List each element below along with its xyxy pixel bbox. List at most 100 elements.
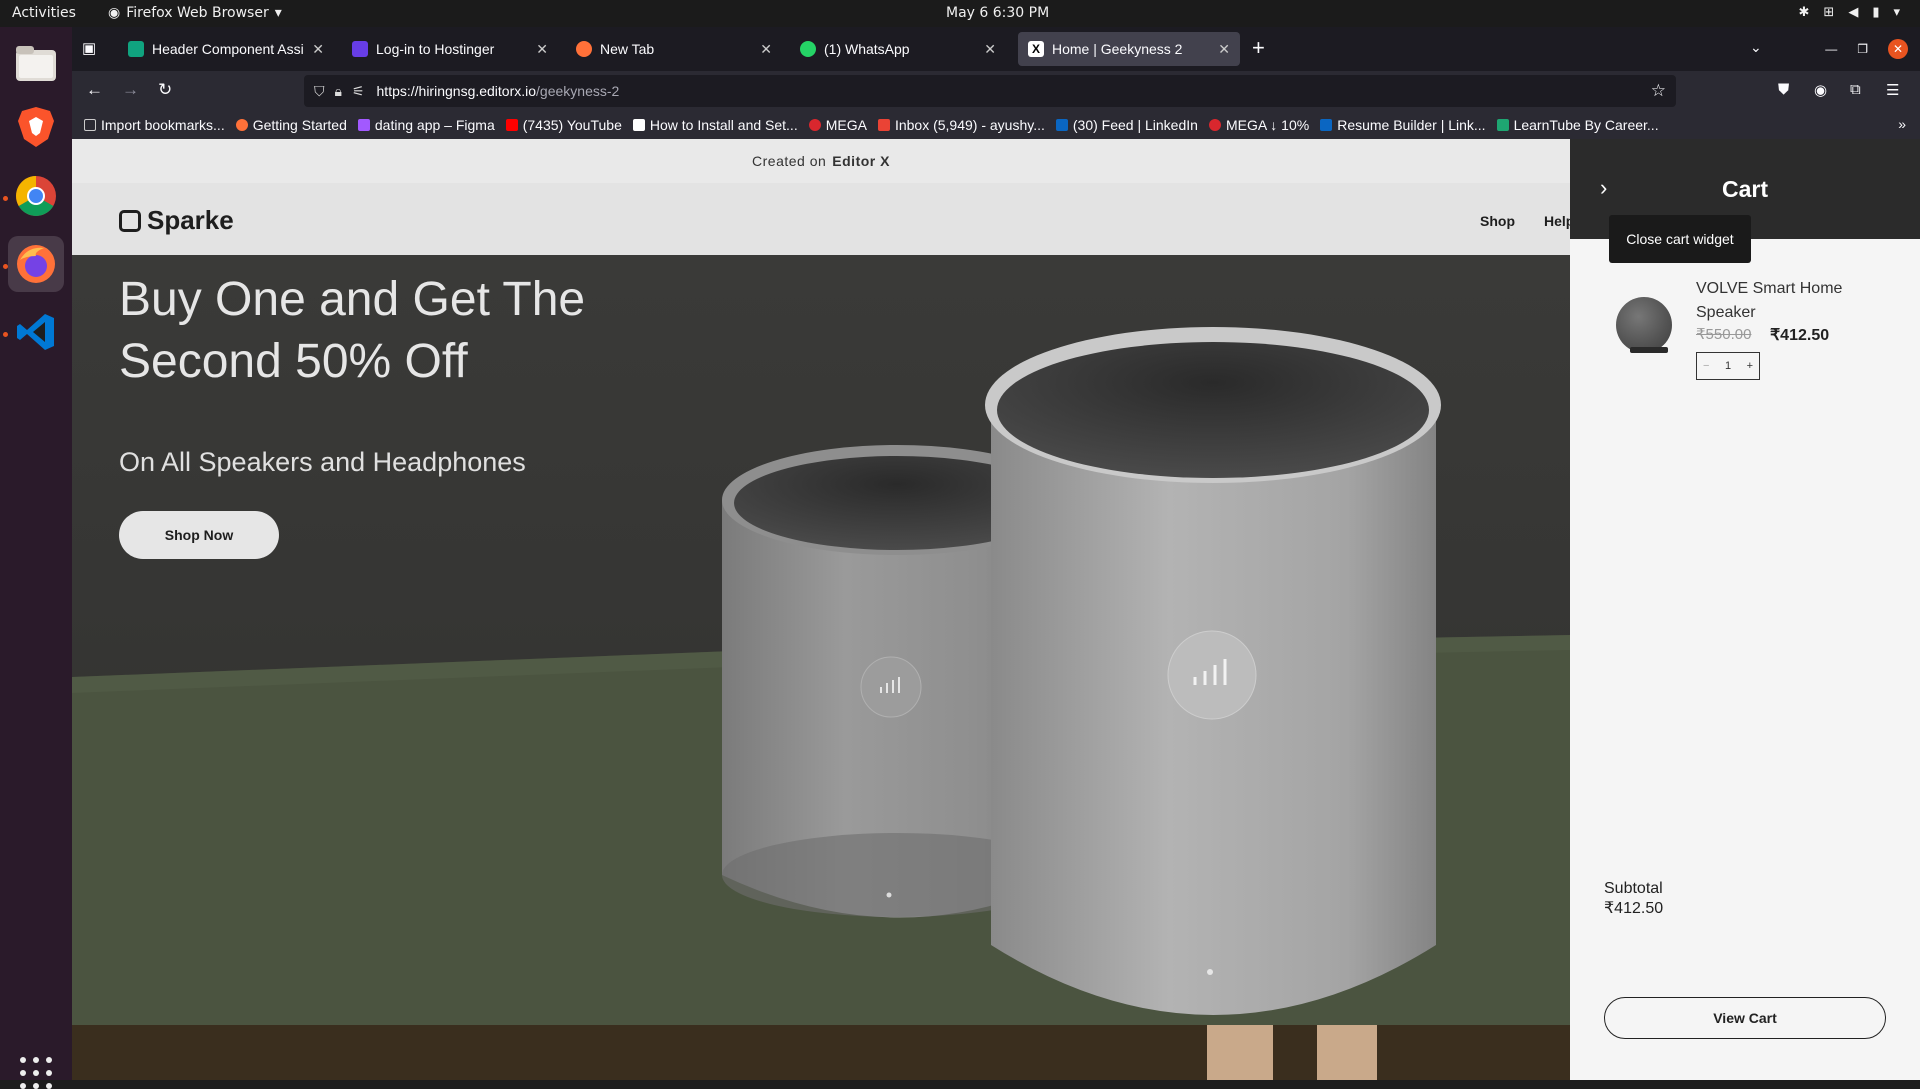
tab-geekyness[interactable]: X Home | Geekyness 2 ✕ [1018, 32, 1240, 66]
cart-title: Cart [1721, 176, 1768, 202]
files-app-icon[interactable] [8, 35, 64, 91]
tracking-protection-icon[interactable]: ⛉ [314, 83, 325, 100]
more-bookmarks-icon[interactable]: » [1898, 116, 1906, 132]
decrement-icon[interactable]: − [1703, 360, 1709, 372]
system-top-bar: Activities ◉ Firefox Web Browser ▾ May 6… [0, 0, 1920, 27]
chrome-icon[interactable] [8, 168, 64, 224]
bookmark-star-icon[interactable]: ☆ [1651, 81, 1666, 101]
tab-title: Home | Geekyness 2 [1052, 41, 1183, 57]
hostinger-favicon-icon [352, 41, 368, 57]
bookmark-item[interactable]: (7435) YouTube [505, 117, 622, 133]
bookmark-label: (7435) YouTube [522, 117, 622, 133]
bookmark-label: MEGA ↓ 10% [1225, 117, 1310, 133]
reload-icon[interactable]: ↻ [158, 80, 172, 100]
bookmark-item[interactable]: (30) Feed | LinkedIn [1055, 117, 1198, 133]
bookmark-label: Import bookmarks... [101, 117, 225, 133]
bookmark-item[interactable]: Resume Builder | Link... [1320, 117, 1486, 133]
product-thumbnail[interactable] [1616, 297, 1672, 353]
minimize-icon[interactable]: — [1825, 42, 1837, 56]
tab-title: (1) WhatsApp [824, 41, 910, 57]
network-icon: ⊞ [1823, 5, 1835, 20]
bookmark-item[interactable]: Import bookmarks... [84, 117, 225, 133]
tab-new-tab[interactable]: New Tab ✕ [566, 32, 782, 66]
quantity-stepper[interactable]: − 1 + [1696, 352, 1760, 380]
lock-icon[interactable]: 🔒︎ [335, 83, 342, 100]
medium-favicon-icon [632, 119, 645, 131]
tab-title: New Tab [600, 41, 655, 57]
site-logo[interactable]: Sparke [119, 205, 234, 236]
editorx-favicon-icon: X [1028, 41, 1044, 57]
logo-text: Sparke [147, 205, 234, 235]
permissions-icon[interactable]: ⚟ [352, 83, 365, 100]
logo-square-icon [119, 209, 141, 232]
hero-subtitle: On All Speakers and Headphones [119, 447, 526, 477]
original-price: ₹550.00 [1696, 326, 1752, 343]
maximize-icon[interactable]: ❐ [1857, 42, 1868, 56]
bookmark-item[interactable]: LearnTube By Career... [1496, 117, 1659, 133]
increment-icon[interactable]: + [1747, 360, 1753, 372]
power-menu-icon: ▾ [1893, 5, 1900, 20]
close-window-icon[interactable]: ✕ [1888, 39, 1908, 59]
pocket-icon[interactable]: ⛊ [1778, 81, 1789, 98]
bookmark-item[interactable]: Getting Started [235, 117, 347, 133]
subtotal: Subtotal ₹412.50 [1604, 879, 1663, 919]
editor-x-banner[interactable]: Created on Editor X [72, 139, 1570, 183]
hero-section: Buy One and Get The Second 50% Off On Al… [72, 255, 1570, 1080]
firefox-view-icon[interactable]: ▣ [82, 39, 96, 57]
bookmark-item[interactable]: MEGA [808, 117, 867, 133]
bookmark-item[interactable]: How to Install and Set... [632, 117, 798, 133]
tab-hostinger[interactable]: Log-in to Hostinger ✕ [342, 32, 558, 66]
bookmark-label: Getting Started [252, 117, 347, 133]
brave-browser-icon[interactable] [8, 99, 64, 155]
product-name[interactable]: VOLVE Smart Home Speaker [1696, 277, 1896, 325]
youtube-favicon-icon [505, 119, 518, 131]
bookmark-item[interactable]: MEGA ↓ 10% [1208, 117, 1310, 133]
account-icon[interactable]: ◉ [1814, 81, 1827, 99]
url-bar[interactable]: ⛉ 🔒︎ ⚟ https://hiringnsg.editorx.io/geek… [304, 75, 1676, 107]
menu-icon[interactable]: ☰ [1886, 81, 1899, 99]
bluetooth-icon: ✱ [1798, 5, 1810, 20]
bookmark-item[interactable]: dating app – Figma [357, 117, 495, 133]
view-cart-button[interactable]: View Cart [1604, 997, 1886, 1039]
close-tab-icon[interactable]: ✕ [536, 41, 548, 58]
window-controls: — ❐ ✕ [1825, 39, 1908, 59]
back-icon[interactable]: ← [86, 80, 103, 100]
url-text[interactable]: https://hiringnsg.editorx.io/geekyness-2 [377, 83, 620, 99]
web-page: Created on Editor X Sparke Shop Help [72, 139, 1920, 1080]
chatgpt-favicon-icon [128, 41, 144, 57]
figma-favicon-icon [357, 119, 370, 131]
quantity-value[interactable]: 1 [1725, 360, 1731, 372]
system-tray[interactable]: ✱ ⊞ ◀ ▮ ▾ [1799, 5, 1901, 20]
bookmark-label: dating app – Figma [374, 117, 495, 133]
tab-whatsapp[interactable]: (1) WhatsApp ✕ [790, 32, 1006, 66]
shop-now-button[interactable]: Shop Now [119, 511, 279, 559]
firefox-dock-icon[interactable] [8, 236, 64, 292]
learntube-favicon-icon [1496, 119, 1509, 131]
close-tab-icon[interactable]: ✕ [760, 41, 772, 58]
chevron-down-icon: ▾ [274, 5, 282, 21]
cart-panel: › Cart Close cart widget VOLVE Smart Hom… [1570, 139, 1920, 1080]
nav-help-link[interactable]: Help [1544, 213, 1570, 229]
activities-button[interactable]: Activities [12, 5, 76, 21]
close-cart-tooltip: Close cart widget [1609, 215, 1751, 263]
tab-header-component[interactable]: Header Component Assis ✕ [118, 32, 334, 66]
bookmark-item[interactable]: Inbox (5,949) - ayushy... [877, 117, 1045, 133]
system-clock[interactable]: May 6 6:30 PM [946, 5, 1049, 21]
app-menu-label: Firefox Web Browser [126, 5, 269, 21]
close-tab-icon[interactable]: ✕ [984, 41, 996, 58]
bookmark-label: (30) Feed | LinkedIn [1072, 117, 1198, 133]
close-tab-icon[interactable]: ✕ [312, 41, 324, 58]
nav-shop-link[interactable]: Shop [1480, 213, 1515, 229]
cart-item: VOLVE Smart Home Speaker ₹550.00 ₹412.50… [1606, 277, 1906, 387]
close-tab-icon[interactable]: ✕ [1218, 41, 1230, 58]
subtotal-label: Subtotal [1604, 880, 1663, 897]
extensions-icon[interactable]: ⧉ [1850, 81, 1861, 98]
list-all-tabs-icon[interactable]: ⌄ [1750, 39, 1762, 56]
show-apps-grid-icon[interactable] [20, 1057, 52, 1089]
whatsapp-favicon-icon [800, 41, 816, 57]
app-menu[interactable]: ◉ Firefox Web Browser ▾ [108, 5, 282, 21]
import-icon [84, 119, 96, 131]
forward-icon[interactable]: → [122, 80, 139, 100]
new-tab-button[interactable]: + [1252, 37, 1265, 59]
vscode-icon[interactable] [8, 304, 64, 360]
